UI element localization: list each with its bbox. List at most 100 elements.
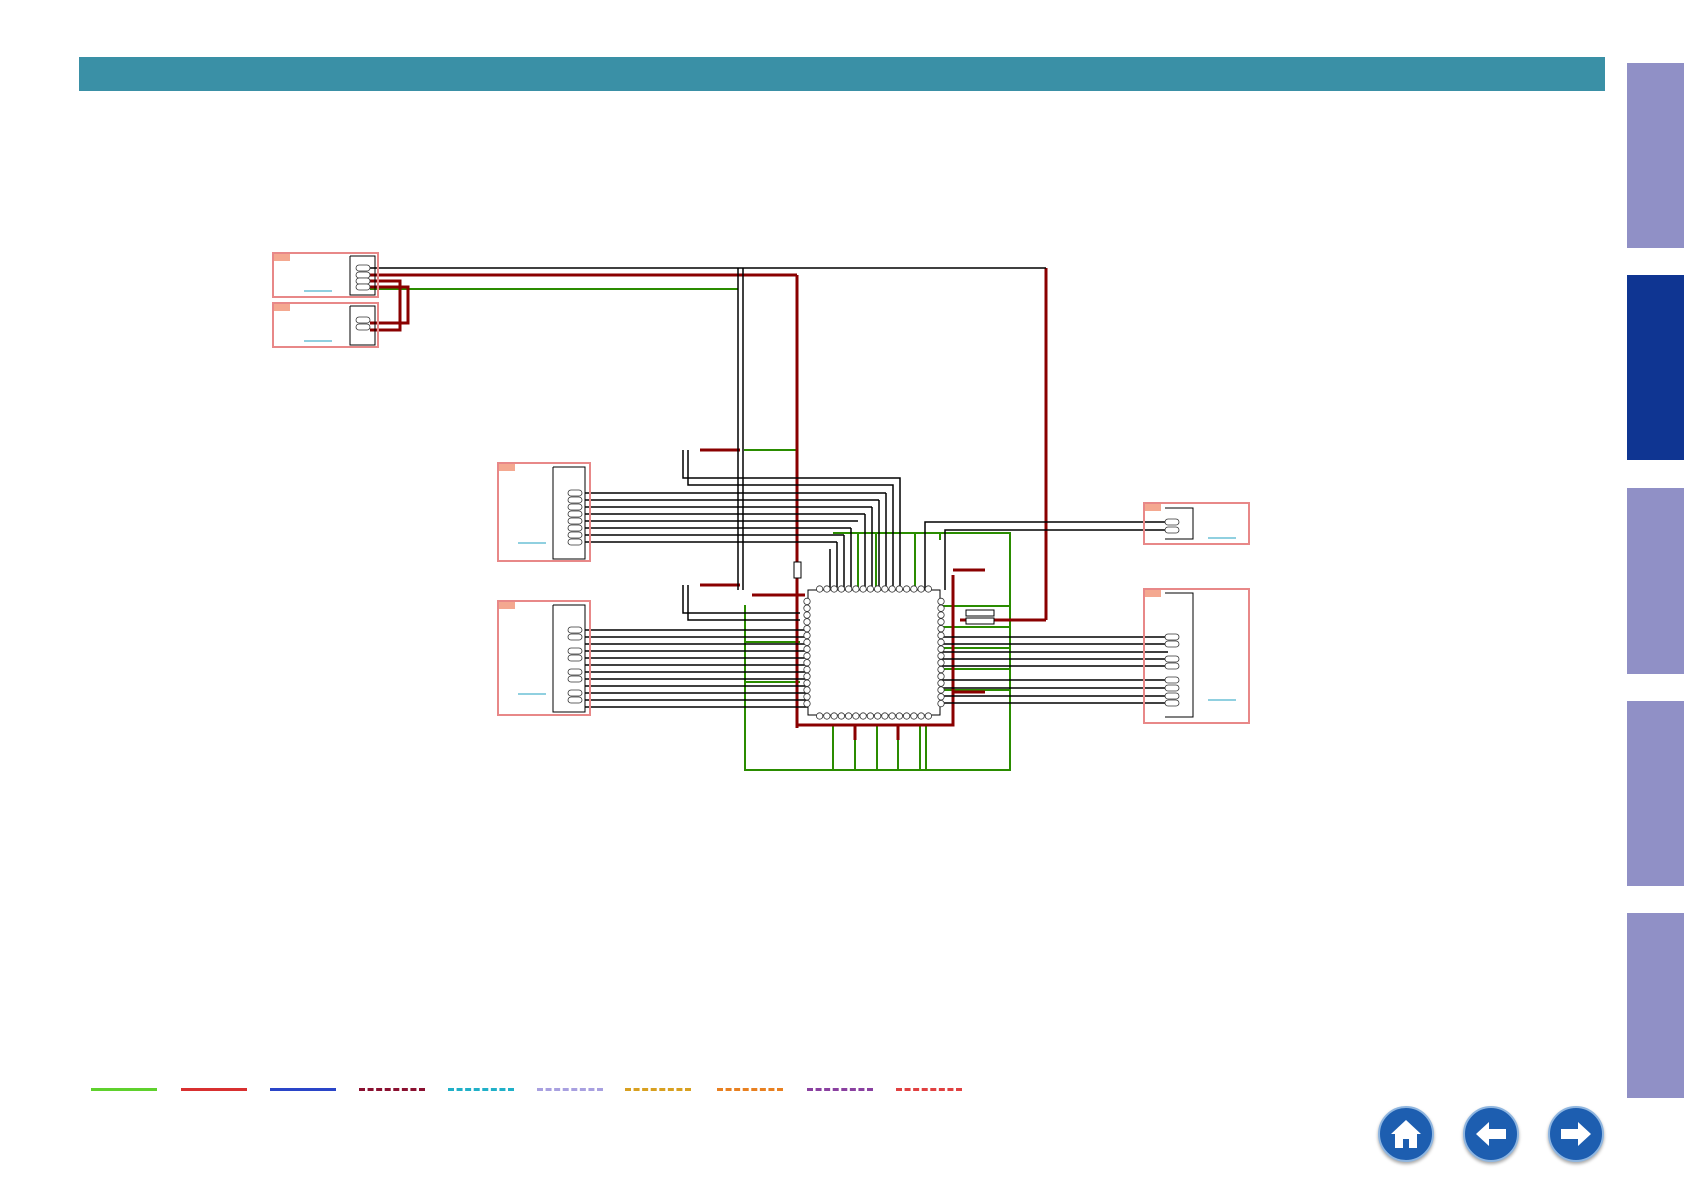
ic-pin <box>874 712 882 720</box>
ic-pin <box>803 699 811 708</box>
connector-pin <box>567 689 583 697</box>
connector-pin <box>1164 684 1180 692</box>
ic-pin <box>803 679 811 687</box>
ic-pin <box>859 712 867 720</box>
connector-pin <box>567 510 583 518</box>
ic-pin <box>910 712 918 720</box>
legend-line-9 <box>807 1088 873 1091</box>
connector-pin <box>355 277 371 285</box>
ic-pin <box>845 585 853 593</box>
connector-pin <box>355 323 371 331</box>
ic-pin <box>924 712 932 720</box>
ic-pin <box>910 585 918 593</box>
ic-pin <box>803 638 811 646</box>
back-button[interactable] <box>1463 1106 1519 1162</box>
connector-pin <box>1164 640 1180 648</box>
connector-pin <box>1164 699 1180 707</box>
connector-pin <box>1164 692 1180 700</box>
connector-pin <box>567 531 583 539</box>
ic-pin <box>823 712 831 720</box>
ic-pin <box>937 665 945 674</box>
connector-pin <box>567 696 583 704</box>
ic-pin <box>816 585 824 593</box>
ic-pin <box>866 712 874 720</box>
ic-pin <box>937 659 945 667</box>
connector-pin <box>567 668 583 676</box>
connector-pin <box>567 538 583 546</box>
ic-pin <box>937 679 945 687</box>
ic-pin <box>937 693 945 701</box>
ic-pin <box>937 604 945 612</box>
connector-pin <box>355 264 371 272</box>
connector-pin <box>355 271 371 279</box>
arrow-right-icon <box>1561 1122 1591 1146</box>
ic-pin <box>803 625 811 633</box>
connector-pin <box>355 283 371 291</box>
ic-pin <box>803 652 811 660</box>
ic-pin <box>924 585 932 593</box>
ic-pin <box>803 618 811 626</box>
connector-pin <box>1164 526 1180 534</box>
ic-pin <box>937 625 945 633</box>
legend-line-5 <box>448 1088 514 1091</box>
connector-pin <box>567 633 583 641</box>
ic-pin <box>803 611 811 619</box>
ic-pin <box>881 712 889 720</box>
ic-pin <box>917 712 925 720</box>
ic-pin <box>903 585 911 593</box>
ic-pin <box>803 672 811 680</box>
ic-pin <box>937 638 945 646</box>
ic-pin <box>881 585 889 593</box>
ic-pin <box>803 631 811 640</box>
ic-pin <box>937 631 945 640</box>
connector-pin <box>567 626 583 634</box>
connector-pin <box>1164 655 1180 663</box>
ic-pin <box>866 585 874 593</box>
ic-pin <box>852 712 860 720</box>
legend-line-7 <box>625 1088 691 1091</box>
ic-pin <box>937 686 945 694</box>
legend-line-6 <box>537 1088 603 1091</box>
ic-pin <box>903 712 911 720</box>
ic-pin <box>874 585 882 593</box>
ic-pin <box>803 659 811 667</box>
ic-pin <box>852 585 860 593</box>
ic-pin <box>803 693 811 701</box>
connector-pin <box>567 496 583 504</box>
connector-pin <box>567 503 583 511</box>
ic-pin <box>937 597 945 606</box>
ic-pin <box>837 712 845 720</box>
ic-pin <box>937 699 945 708</box>
ic-pin <box>803 665 811 674</box>
connector-pin <box>567 524 583 532</box>
legend-line-2 <box>181 1088 247 1091</box>
forward-button[interactable] <box>1548 1106 1604 1162</box>
ic-pin <box>917 585 925 593</box>
ic-pin <box>888 712 896 720</box>
connector-pin <box>567 654 583 662</box>
home-button[interactable] <box>1378 1106 1434 1162</box>
connector-pin <box>567 517 583 525</box>
legend-line-10 <box>896 1088 962 1091</box>
ic-pin <box>937 618 945 626</box>
ic-pin <box>803 597 811 606</box>
ic-pin <box>845 712 853 720</box>
legend-line-4 <box>359 1088 425 1091</box>
ic-pin <box>895 585 903 593</box>
ic-pin <box>803 604 811 612</box>
legend-line-3 <box>270 1088 336 1091</box>
ic-pin <box>803 686 811 694</box>
ic-pin <box>937 645 945 653</box>
connector-pin <box>1164 662 1180 670</box>
ic-pin <box>830 585 838 593</box>
ic-pin <box>895 712 903 720</box>
connector-pin <box>1164 633 1180 641</box>
schematic-diagram <box>272 252 1250 771</box>
connector-pin <box>1164 676 1180 684</box>
ic-pin <box>823 585 831 593</box>
legend-line-8 <box>717 1088 783 1091</box>
home-icon <box>1391 1120 1421 1148</box>
legend-line-1 <box>91 1088 157 1091</box>
connector-pin <box>567 675 583 683</box>
ic-pin <box>837 585 845 593</box>
